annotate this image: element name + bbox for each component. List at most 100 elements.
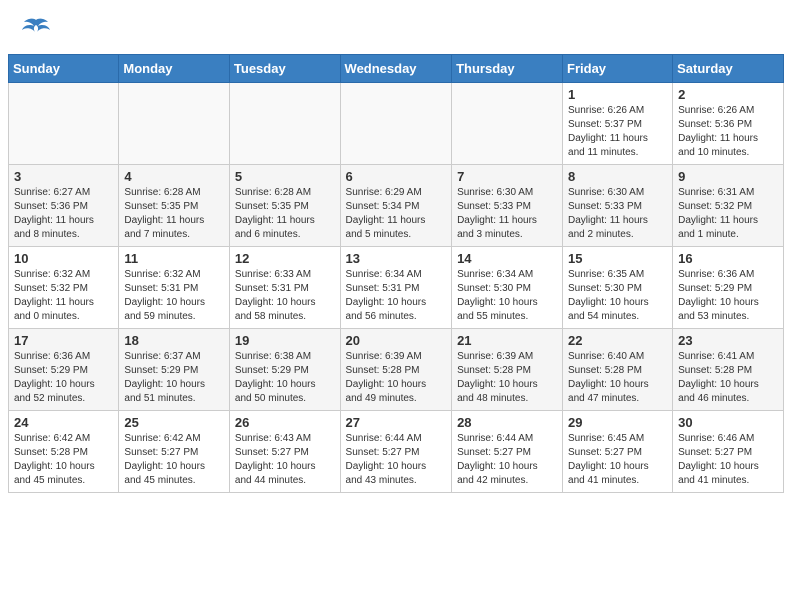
weekday-sunday: Sunday [9, 55, 119, 83]
day-number: 5 [235, 169, 335, 184]
day-info: Sunrise: 6:35 AM Sunset: 5:30 PM Dayligh… [568, 268, 667, 324]
day-info: Sunrise: 6:34 AM Sunset: 5:31 PM Dayligh… [346, 268, 447, 324]
weekday-monday: Monday [119, 55, 230, 83]
day-number: 30 [678, 415, 778, 430]
day-number: 7 [457, 169, 557, 184]
weekday-saturday: Saturday [673, 55, 784, 83]
calendar-cell: 30 Sunrise: 6:46 AM Sunset: 5:27 PM Dayli… [673, 411, 784, 493]
calendar-cell: 25 Sunrise: 6:42 AM Sunset: 5:27 PM Dayli… [119, 411, 230, 493]
calendar-week-2: 3 Sunrise: 6:27 AM Sunset: 5:36 PM Daylig… [9, 165, 784, 247]
calendar-cell: 7 Sunrise: 6:30 AM Sunset: 5:33 PM Daylig… [452, 165, 563, 247]
day-info: Sunrise: 6:39 AM Sunset: 5:28 PM Dayligh… [346, 350, 447, 406]
calendar-cell: 8 Sunrise: 6:30 AM Sunset: 5:33 PM Daylig… [563, 165, 673, 247]
weekday-friday: Friday [563, 55, 673, 83]
calendar-cell: 24 Sunrise: 6:42 AM Sunset: 5:28 PM Dayli… [9, 411, 119, 493]
calendar-cell: 17 Sunrise: 6:36 AM Sunset: 5:29 PM Dayli… [9, 329, 119, 411]
day-number: 17 [14, 333, 113, 348]
day-number: 21 [457, 333, 557, 348]
calendar-week-5: 24 Sunrise: 6:42 AM Sunset: 5:28 PM Dayli… [9, 411, 784, 493]
day-number: 26 [235, 415, 335, 430]
calendar-cell: 15 Sunrise: 6:35 AM Sunset: 5:30 PM Dayli… [563, 247, 673, 329]
calendar-cell: 14 Sunrise: 6:34 AM Sunset: 5:30 PM Dayli… [452, 247, 563, 329]
day-info: Sunrise: 6:26 AM Sunset: 5:37 PM Dayligh… [568, 104, 667, 160]
day-info: Sunrise: 6:32 AM Sunset: 5:32 PM Dayligh… [14, 268, 113, 324]
day-info: Sunrise: 6:42 AM Sunset: 5:28 PM Dayligh… [14, 432, 113, 488]
calendar-cell [229, 83, 340, 165]
weekday-header-row: SundayMondayTuesdayWednesdayThursdayFrid… [9, 55, 784, 83]
calendar-wrapper: SundayMondayTuesdayWednesdayThursdayFrid… [0, 54, 792, 501]
day-info: Sunrise: 6:39 AM Sunset: 5:28 PM Dayligh… [457, 350, 557, 406]
day-number: 20 [346, 333, 447, 348]
day-info: Sunrise: 6:29 AM Sunset: 5:34 PM Dayligh… [346, 186, 447, 242]
day-info: Sunrise: 6:45 AM Sunset: 5:27 PM Dayligh… [568, 432, 667, 488]
day-number: 8 [568, 169, 667, 184]
calendar-cell: 21 Sunrise: 6:39 AM Sunset: 5:28 PM Dayli… [452, 329, 563, 411]
day-number: 6 [346, 169, 447, 184]
day-number: 9 [678, 169, 778, 184]
calendar-cell: 18Sunrise: 6:37 AM Sunset: 5:29 PM Dayli… [119, 329, 230, 411]
day-number: 25 [124, 415, 224, 430]
day-info: Sunrise: 6:38 AM Sunset: 5:29 PM Dayligh… [235, 350, 335, 406]
day-info: Sunrise: 6:44 AM Sunset: 5:27 PM Dayligh… [346, 432, 447, 488]
day-info: Sunrise: 6:31 AM Sunset: 5:32 PM Dayligh… [678, 186, 778, 242]
calendar-table: SundayMondayTuesdayWednesdayThursdayFrid… [8, 54, 784, 493]
day-info: Sunrise: 6:33 AM Sunset: 5:31 PM Dayligh… [235, 268, 335, 324]
day-info: Sunrise: 6:42 AM Sunset: 5:27 PM Dayligh… [124, 432, 224, 488]
day-number: 29 [568, 415, 667, 430]
calendar-cell: 16 Sunrise: 6:36 AM Sunset: 5:29 PM Dayli… [673, 247, 784, 329]
weekday-thursday: Thursday [452, 55, 563, 83]
day-number: 24 [14, 415, 113, 430]
day-info: Sunrise: 6:26 AM Sunset: 5:36 PM Dayligh… [678, 104, 778, 160]
calendar-cell [452, 83, 563, 165]
calendar-cell: 13 Sunrise: 6:34 AM Sunset: 5:31 PM Dayli… [340, 247, 452, 329]
day-info: Sunrise: 6:43 AM Sunset: 5:27 PM Dayligh… [235, 432, 335, 488]
calendar-cell [340, 83, 452, 165]
logo-bird-icon [22, 18, 50, 44]
calendar-cell: 5 Sunrise: 6:28 AM Sunset: 5:35 PM Daylig… [229, 165, 340, 247]
day-number: 13 [346, 251, 447, 266]
calendar-cell: 26 Sunrise: 6:43 AM Sunset: 5:27 PM Dayli… [229, 411, 340, 493]
day-number: 1 [568, 87, 667, 102]
calendar-week-3: 10 Sunrise: 6:32 AM Sunset: 5:32 PM Dayli… [9, 247, 784, 329]
day-info: Sunrise: 6:30 AM Sunset: 5:33 PM Dayligh… [568, 186, 667, 242]
day-number: 27 [346, 415, 447, 430]
day-number: 11 [124, 251, 224, 266]
day-info: Sunrise: 6:30 AM Sunset: 5:33 PM Dayligh… [457, 186, 557, 242]
day-number: 15 [568, 251, 667, 266]
day-number: 12 [235, 251, 335, 266]
day-info: Sunrise: 6:28 AM Sunset: 5:35 PM Dayligh… [124, 186, 224, 242]
calendar-cell: 20 Sunrise: 6:39 AM Sunset: 5:28 PM Dayli… [340, 329, 452, 411]
weekday-tuesday: Tuesday [229, 55, 340, 83]
calendar-cell: 9 Sunrise: 6:31 AM Sunset: 5:32 PM Daylig… [673, 165, 784, 247]
day-info: Sunrise: 6:36 AM Sunset: 5:29 PM Dayligh… [678, 268, 778, 324]
calendar-cell [9, 83, 119, 165]
day-info: Sunrise: 6:28 AM Sunset: 5:35 PM Dayligh… [235, 186, 335, 242]
day-info: Sunrise: 6:34 AM Sunset: 5:30 PM Dayligh… [457, 268, 557, 324]
day-info: Sunrise: 6:27 AM Sunset: 5:36 PM Dayligh… [14, 186, 113, 242]
day-info: Sunrise: 6:44 AM Sunset: 5:27 PM Dayligh… [457, 432, 557, 488]
calendar-cell: 19 Sunrise: 6:38 AM Sunset: 5:29 PM Dayli… [229, 329, 340, 411]
logo [20, 18, 52, 44]
day-number: 22 [568, 333, 667, 348]
day-number: 3 [14, 169, 113, 184]
day-number: 10 [14, 251, 113, 266]
day-number: 19 [235, 333, 335, 348]
calendar-cell: 27 Sunrise: 6:44 AM Sunset: 5:27 PM Dayli… [340, 411, 452, 493]
day-number: 16 [678, 251, 778, 266]
day-number: 14 [457, 251, 557, 266]
calendar-cell: 22 Sunrise: 6:40 AM Sunset: 5:28 PM Dayli… [563, 329, 673, 411]
calendar-cell: 4 Sunrise: 6:28 AM Sunset: 5:35 PM Daylig… [119, 165, 230, 247]
calendar-cell: 12 Sunrise: 6:33 AM Sunset: 5:31 PM Dayli… [229, 247, 340, 329]
calendar-cell: 28 Sunrise: 6:44 AM Sunset: 5:27 PM Dayli… [452, 411, 563, 493]
calendar-cell: 2Sunrise: 6:26 AM Sunset: 5:36 PM Daylig… [673, 83, 784, 165]
day-info: Sunrise: 6:40 AM Sunset: 5:28 PM Dayligh… [568, 350, 667, 406]
page-header [0, 0, 792, 54]
day-info: Sunrise: 6:36 AM Sunset: 5:29 PM Dayligh… [14, 350, 113, 406]
day-number: 4 [124, 169, 224, 184]
day-info: Sunrise: 6:37 AM Sunset: 5:29 PM Dayligh… [124, 350, 224, 406]
calendar-week-1: 1 Sunrise: 6:26 AM Sunset: 5:37 PM Daylig… [9, 83, 784, 165]
calendar-cell [119, 83, 230, 165]
day-info: Sunrise: 6:46 AM Sunset: 5:27 PM Dayligh… [678, 432, 778, 488]
day-number: 28 [457, 415, 557, 430]
calendar-cell: 11Sunrise: 6:32 AM Sunset: 5:31 PM Dayli… [119, 247, 230, 329]
